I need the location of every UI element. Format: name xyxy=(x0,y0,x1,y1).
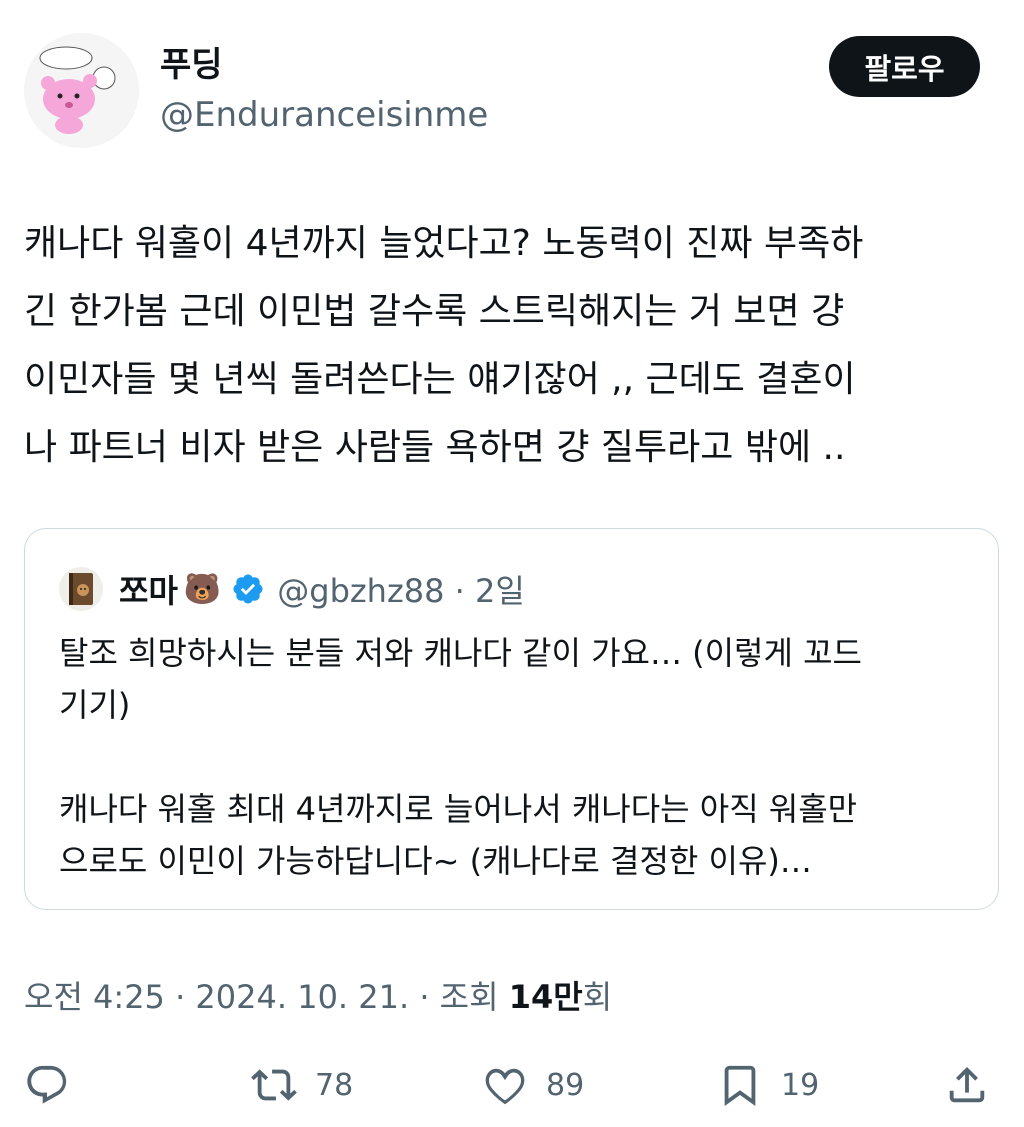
author-name[interactable]: 푸딩 xyxy=(160,44,223,86)
quoted-author-handle-time: @gbzhz88 · 2일 xyxy=(277,572,525,610)
retweet-button[interactable]: 78 xyxy=(251,1060,353,1110)
view-suffix: 회 xyxy=(582,978,613,1016)
action-bar: 78 89 19 xyxy=(24,1060,994,1110)
quoted-tweet[interactable]: 쪼마 🐻 @gbzhz88 · 2일 탈조 희망하시는 분들 저와 캐나다 같이… xyxy=(24,528,999,910)
bookmark-icon xyxy=(724,1065,756,1106)
quoted-author-name[interactable]: 쪼마 xyxy=(119,566,178,612)
book-avatar-icon xyxy=(69,573,93,605)
tweet-meta: 오전 4:25 · 2024. 10. 21. · 조회 14만회 xyxy=(24,975,612,1019)
author-avatar[interactable] xyxy=(24,33,139,148)
like-count: 89 xyxy=(546,1067,585,1103)
quoted-tweet-text: 탈조 희망하시는 분들 저와 캐나다 같이 가요… (이렇게 꼬드 기기) 캐나… xyxy=(59,634,862,880)
heart-icon xyxy=(485,1068,525,1105)
bookmark-button[interactable]: 19 xyxy=(717,1060,819,1110)
quoted-author-avatar[interactable] xyxy=(59,567,103,611)
retweet-count: 78 xyxy=(315,1067,354,1103)
reply-button[interactable] xyxy=(24,1060,70,1110)
quoted-tweet-header: 쪼마 🐻 @gbzhz88 · 2일 xyxy=(59,567,525,611)
tweet-timestamp[interactable]: 오전 4:25 · 2024. 10. 21. · 조회 xyxy=(24,978,509,1016)
pink-bear-avatar-icon xyxy=(24,33,138,147)
view-count: 14만 xyxy=(508,978,583,1016)
reply-icon xyxy=(27,1065,67,1104)
bookmark-count: 19 xyxy=(781,1067,820,1103)
bear-emoji: 🐻 xyxy=(183,571,222,607)
retweet-icon xyxy=(251,1069,297,1101)
share-icon xyxy=(949,1066,985,1103)
tweet-text: 캐나다 워홀이 4년까지 늘었다고? 노동력이 진짜 부족하 긴 한가봄 근데 … xyxy=(24,223,864,468)
share-button[interactable] xyxy=(944,1060,990,1110)
follow-button[interactable]: 팔로우 xyxy=(829,36,980,97)
author-handle[interactable]: @Enduranceisinme xyxy=(160,94,488,136)
verified-badge-icon xyxy=(233,574,263,604)
like-button[interactable]: 89 xyxy=(482,1060,584,1110)
